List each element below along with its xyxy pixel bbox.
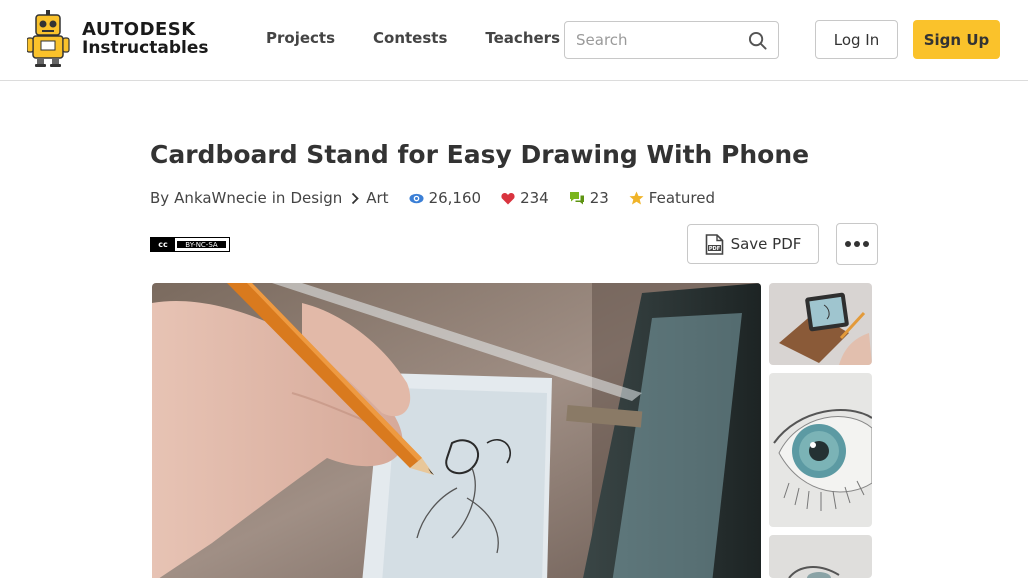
more-options-icon bbox=[845, 241, 851, 247]
more-options-button[interactable] bbox=[836, 223, 878, 265]
page-title: Cardboard Stand for Easy Drawing With Ph… bbox=[150, 140, 810, 169]
pdf-icon: PDF bbox=[705, 233, 723, 255]
in-label: in bbox=[271, 189, 286, 207]
comments-count: 23 bbox=[589, 189, 609, 207]
featured-label: Featured bbox=[648, 189, 716, 207]
save-pdf-label: Save PDF bbox=[730, 235, 802, 253]
subcategory-link[interactable]: Art bbox=[366, 189, 388, 207]
robot-mascot-icon bbox=[27, 10, 70, 67]
article-meta: By AnkaWnecie in Design Art 26,160 234 2… bbox=[150, 189, 715, 207]
chevron-right-icon bbox=[351, 192, 360, 205]
logo-instructables-text: Instructables bbox=[82, 38, 209, 58]
comments-icon bbox=[569, 191, 584, 204]
thumbnail-phone-stand-photo bbox=[769, 283, 872, 365]
views-stat: 26,160 bbox=[409, 189, 482, 207]
login-button[interactable]: Log In bbox=[815, 20, 898, 59]
site-header: AUTODESK Instructables Projects Contests… bbox=[0, 0, 1028, 81]
comments-stat: 23 bbox=[569, 189, 609, 207]
nav-projects[interactable]: Projects bbox=[266, 29, 335, 47]
thumbnail-2[interactable] bbox=[769, 373, 872, 527]
author-link[interactable]: AnkaWnecie bbox=[174, 189, 267, 207]
save-pdf-button[interactable]: PDF Save PDF bbox=[687, 224, 819, 264]
favorites-count: 234 bbox=[520, 189, 549, 207]
star-icon bbox=[629, 191, 644, 205]
logo-autodesk-text: AUTODESK bbox=[82, 19, 196, 40]
thumbnail-3[interactable] bbox=[769, 535, 872, 578]
search-icon[interactable] bbox=[748, 31, 767, 50]
search-box bbox=[564, 21, 779, 59]
eye-icon bbox=[409, 193, 424, 203]
views-count: 26,160 bbox=[428, 189, 482, 207]
instructables-logo[interactable]: AUTODESK Instructables bbox=[27, 10, 208, 68]
heart-icon bbox=[501, 192, 515, 204]
signup-button[interactable]: Sign Up bbox=[913, 20, 1000, 59]
license-badge[interactable]: cc BY-NC-SA bbox=[150, 237, 230, 252]
more-options-dot bbox=[854, 241, 860, 247]
drawing-with-phone-photo bbox=[152, 283, 761, 578]
main-nav: Projects Contests Teachers bbox=[266, 29, 598, 47]
nav-teachers[interactable]: Teachers bbox=[485, 29, 560, 47]
svg-text:PDF: PDF bbox=[708, 245, 719, 251]
thumbnail-1[interactable] bbox=[769, 283, 872, 365]
by-label: By bbox=[150, 189, 170, 207]
main-project-image[interactable] bbox=[152, 283, 761, 578]
license-terms: BY-NC-SA bbox=[176, 240, 227, 249]
favorites-stat: 234 bbox=[501, 189, 549, 207]
cc-icon: cc bbox=[151, 238, 175, 251]
more-options-dot bbox=[863, 241, 869, 247]
category-link[interactable]: Design bbox=[290, 189, 342, 207]
nav-contests[interactable]: Contests bbox=[373, 29, 447, 47]
search-input[interactable] bbox=[576, 23, 746, 57]
featured-badge: Featured bbox=[629, 189, 715, 207]
thumbnail-eye-drawing bbox=[769, 373, 872, 527]
thumbnail-drawing-photo bbox=[769, 535, 872, 578]
